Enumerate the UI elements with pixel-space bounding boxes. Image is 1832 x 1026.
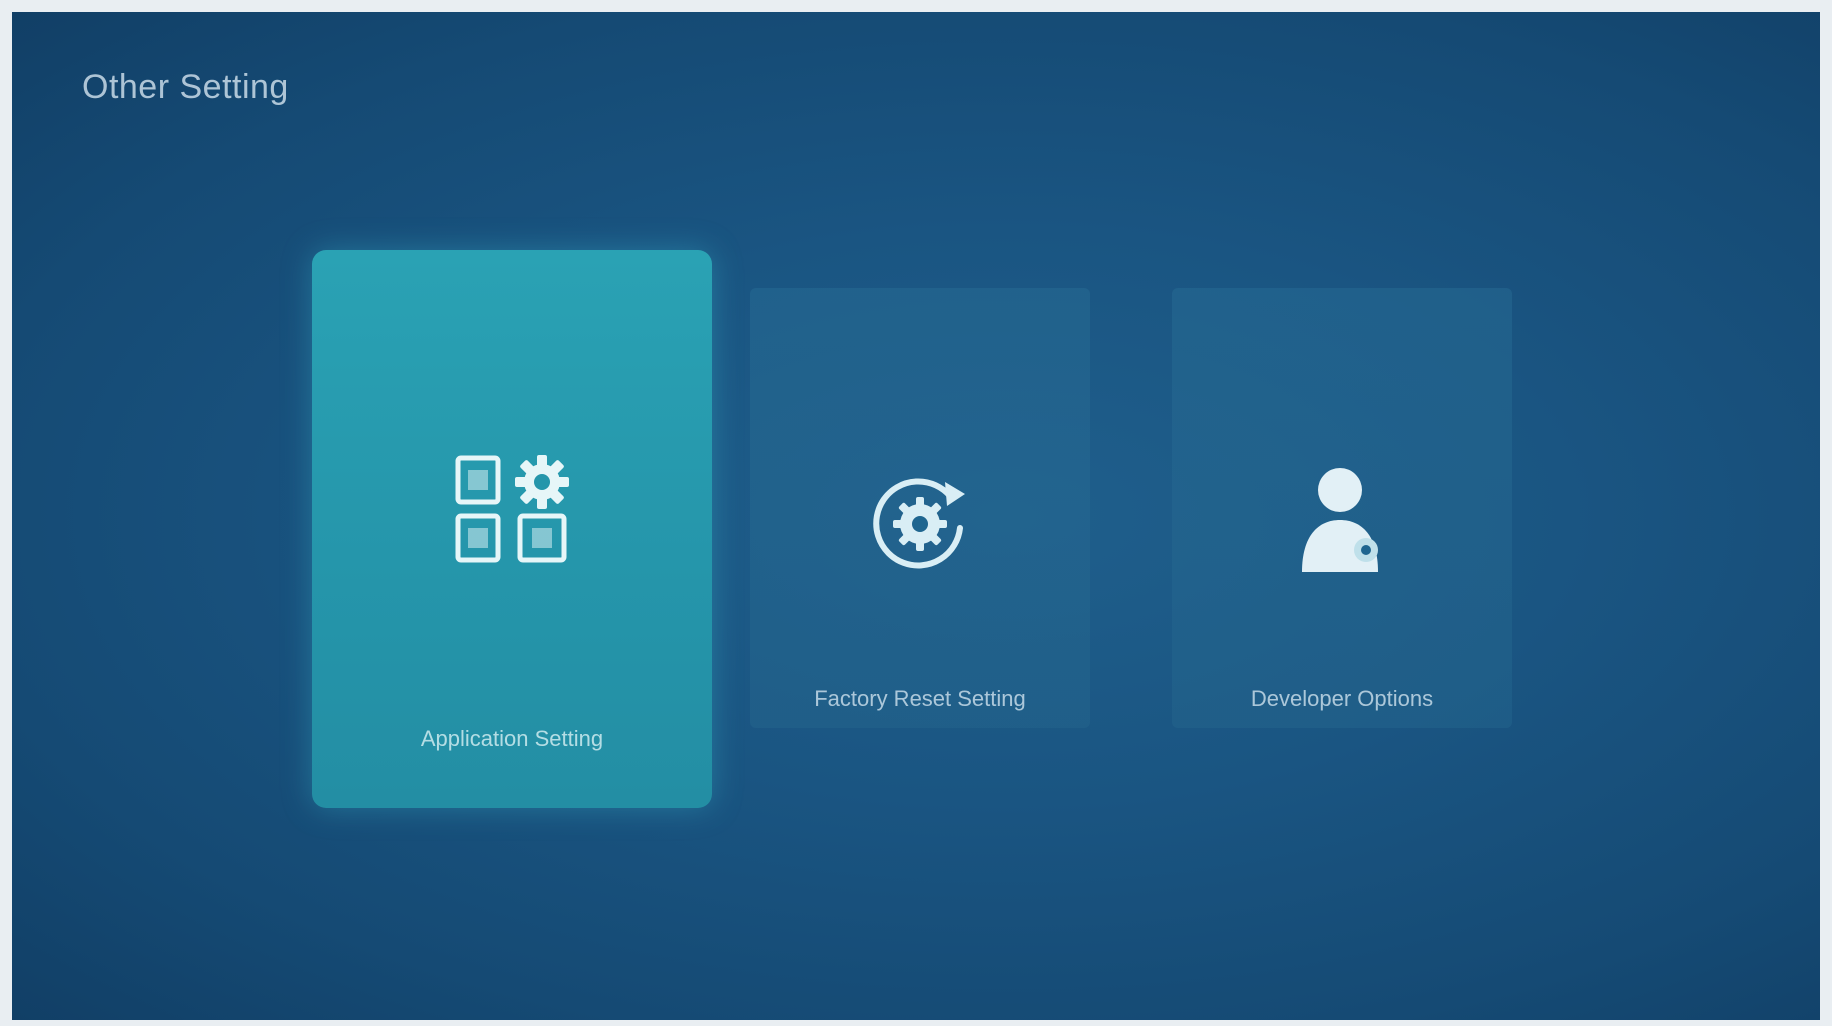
settings-screen: Other Setting Application Setting Factor… [12,12,1820,1020]
application-setting-label: Application Setting [420,726,604,751]
factory-reset-setting-label: Factory Reset Setting [814,686,1026,711]
page-title: Other Setting [82,68,289,106]
developer-person-icon [1292,460,1392,581]
factory-reset-setting-card[interactable]: Factory Reset Setting [750,288,1090,728]
developer-options-label: Developer Options [1250,686,1434,711]
apps-gear-icon [454,452,570,573]
application-setting-card[interactable]: Application Setting [312,250,712,808]
factory-reset-icon [865,468,975,583]
developer-options-card[interactable]: Developer Options [1172,288,1512,728]
